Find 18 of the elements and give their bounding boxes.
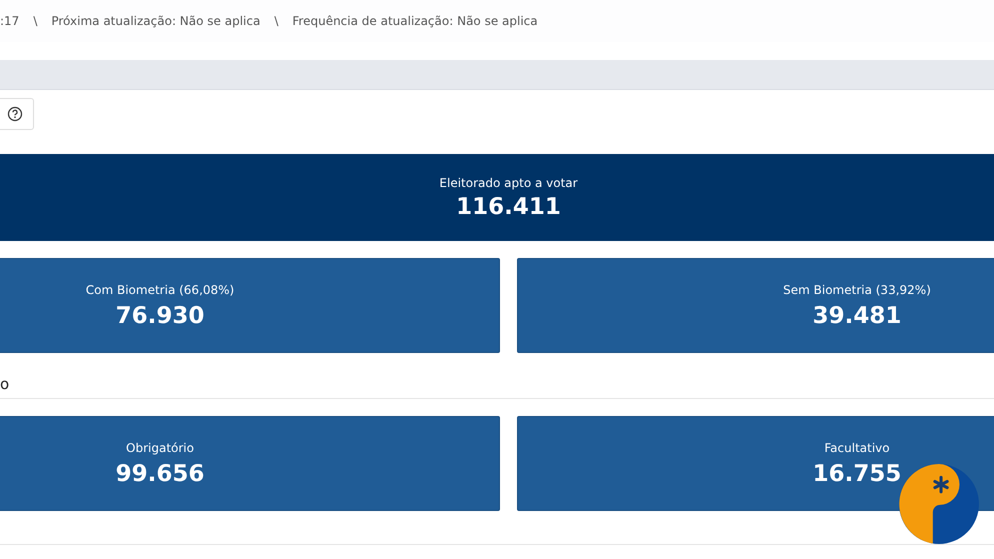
stat-value: 99.656: [116, 460, 204, 486]
stat-value: 39.481: [812, 302, 902, 328]
stat-label: Com Biometria (66,08%): [86, 282, 234, 296]
help-icon: [7, 106, 23, 122]
stat-value: 16.755: [812, 460, 902, 486]
stat-label: Sem Biometria (33,92%): [783, 282, 931, 296]
logo-icon[interactable]: [898, 463, 980, 545]
breadcrumb-separator: \: [33, 14, 38, 28]
stat-label: Obrigatório: [126, 440, 194, 454]
breadcrumb-text: Frequência de atualização: Não se aplica: [292, 14, 538, 28]
stat-label: Eleitorado apto a votar: [439, 176, 578, 190]
stat-value: 116.411: [456, 194, 561, 220]
section-title: o: [0, 375, 10, 393]
breadcrumb-text: Próxima atualização: Não se aplica: [51, 14, 260, 28]
stat-label: Facultativo: [824, 440, 890, 454]
breadcrumb-separator: \: [274, 14, 278, 28]
stat-value: 76.930: [116, 302, 204, 328]
breadcrumb-text: :17: [0, 14, 20, 28]
